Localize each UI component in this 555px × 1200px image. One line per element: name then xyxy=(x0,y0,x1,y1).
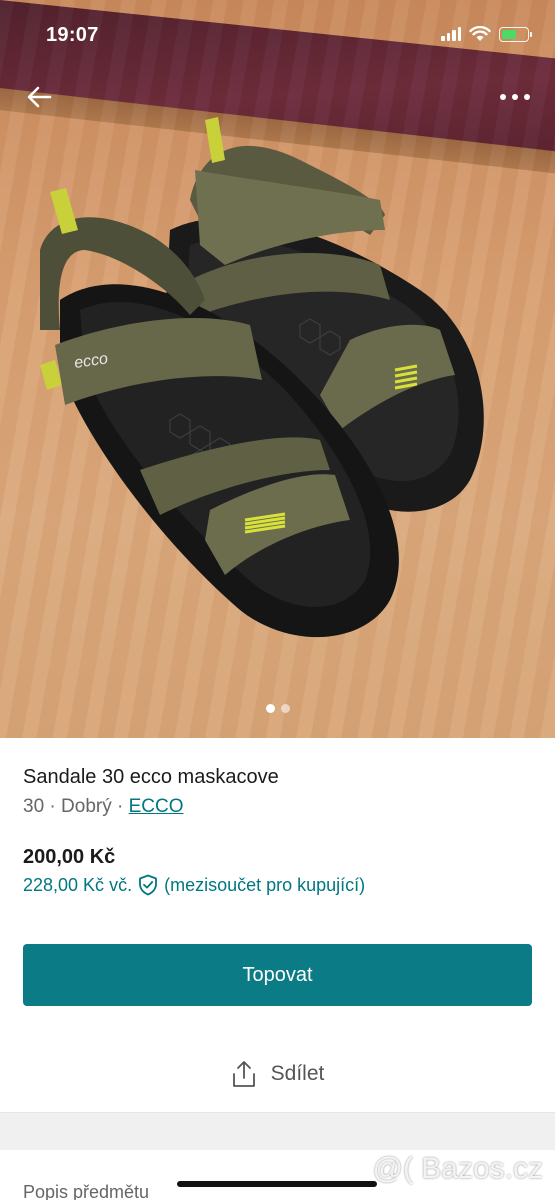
listing-size: 30 xyxy=(23,796,45,817)
bazos-watermark: @( Bazos.cz xyxy=(372,1152,544,1185)
share-icon xyxy=(232,1061,255,1087)
listing-condition: Dobrý xyxy=(61,796,112,817)
buyer-price-note: (mezisoučet pro kupující) xyxy=(164,874,366,895)
share-button[interactable]: Sdílet xyxy=(0,1052,555,1096)
status-bar: 19:07 xyxy=(0,0,555,70)
sandals-image: ecco xyxy=(40,117,484,638)
listing-photo[interactable]: ecco 19:07 xyxy=(0,0,555,738)
signal-icon xyxy=(441,27,461,41)
wifi-icon xyxy=(469,26,491,41)
section-divider xyxy=(0,1112,555,1150)
status-icons xyxy=(441,26,532,42)
listing-meta: 30 · Dobrý · ECCO xyxy=(23,794,533,820)
listing-price: 200,00 Kč xyxy=(23,846,116,868)
back-button[interactable] xyxy=(22,80,56,114)
shield-check-icon xyxy=(139,874,157,896)
battery-icon xyxy=(499,26,532,42)
home-indicator[interactable] xyxy=(177,1181,377,1187)
bump-button[interactable]: Topovat xyxy=(23,944,532,1006)
status-time: 19:07 xyxy=(46,24,99,46)
listing-info: Sandale 30 ecco maskacove 30 · Dobrý · E… xyxy=(23,764,533,820)
listing-title: Sandale 30 ecco maskacove xyxy=(23,766,279,788)
photo-pagination xyxy=(0,704,555,713)
description-heading: Popis předmětu xyxy=(23,1182,150,1200)
buyer-price[interactable]: 228,00 Kč vč. (mezisoučet pro kupující) xyxy=(23,874,365,896)
listing-brand-link[interactable]: ECCO xyxy=(129,796,184,817)
photo-dot[interactable] xyxy=(265,704,275,713)
more-button[interactable] xyxy=(497,84,533,110)
more-icon xyxy=(500,94,530,100)
meta-separator: · xyxy=(44,796,62,817)
back-arrow-icon xyxy=(27,86,52,108)
buyer-price-value: 228,00 Kč vč. xyxy=(23,874,133,895)
meta-separator: · xyxy=(111,796,129,817)
photo-dot[interactable] xyxy=(280,704,290,713)
share-label: Sdílet xyxy=(270,1062,325,1085)
